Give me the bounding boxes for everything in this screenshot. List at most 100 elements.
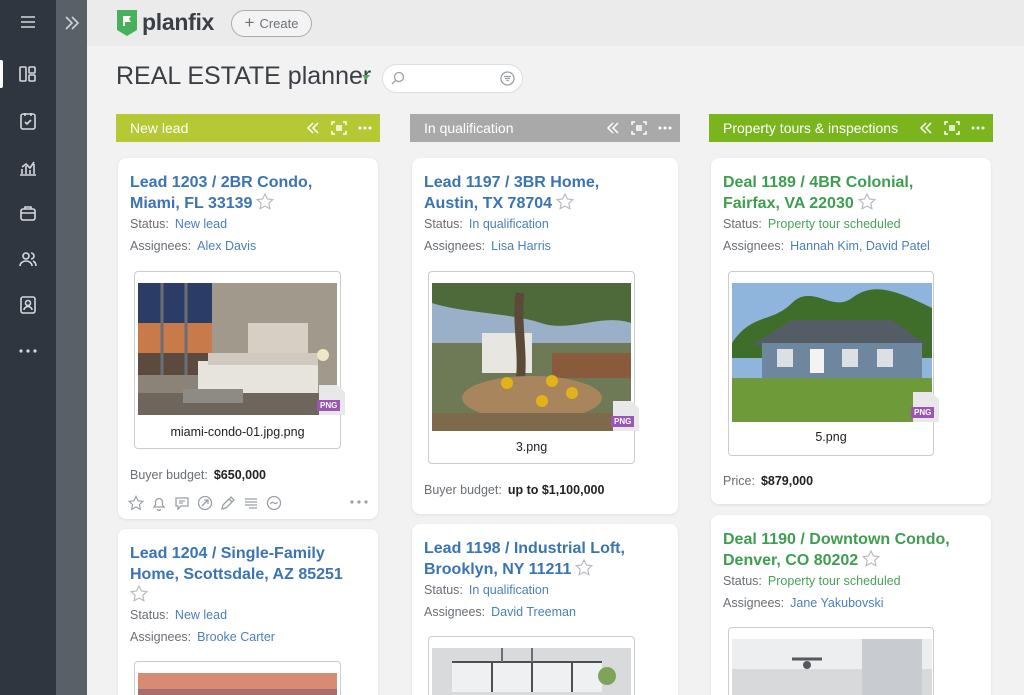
file-type-badge: PNG bbox=[317, 385, 345, 415]
attachment-thumbnail[interactable] bbox=[134, 661, 341, 695]
status-value[interactable]: New lead bbox=[175, 608, 227, 622]
edit-icon[interactable] bbox=[220, 495, 236, 511]
task-card[interactable]: Lead 1203 / 2BR Condo, Miami, FL 33139 S… bbox=[118, 158, 378, 519]
employees-icon[interactable] bbox=[0, 285, 56, 325]
create-button[interactable]: + Create bbox=[231, 10, 312, 37]
search-input[interactable] bbox=[382, 64, 523, 93]
star-icon[interactable] bbox=[256, 192, 275, 216]
column-header-in-qualification[interactable]: In qualification bbox=[410, 114, 680, 142]
assignee-link[interactable]: Brooke Carter bbox=[197, 630, 275, 644]
assignee-link[interactable]: David Treeman bbox=[491, 605, 576, 619]
planner-icon[interactable] bbox=[0, 54, 56, 94]
task-card[interactable]: Lead 1204 / Single-Family Home, Scottsda… bbox=[118, 529, 378, 695]
page-title[interactable]: REAL ESTATE planner bbox=[116, 62, 371, 91]
custom-field-row: Price: $879,000 bbox=[723, 474, 813, 488]
assignees-label: Assignees: bbox=[424, 605, 486, 619]
card-title-line: Deal 1190 / Downtown Condo, bbox=[723, 531, 950, 548]
task-card[interactable]: Deal 1190 / Downtown Condo, Denver, CO 8… bbox=[711, 515, 991, 695]
star-icon[interactable] bbox=[575, 558, 594, 582]
card-title[interactable]: Lead 1204 / Single-Family Home, Scottsda… bbox=[129, 543, 343, 608]
attachment-thumbnail[interactable] bbox=[428, 636, 635, 695]
collapse-column-icon[interactable] bbox=[306, 121, 320, 135]
attachment-thumbnail[interactable]: PNG 5.png bbox=[728, 271, 939, 456]
status-value[interactable]: New lead bbox=[175, 217, 227, 231]
attachment-image bbox=[138, 283, 337, 415]
field-label: Price: bbox=[723, 474, 755, 488]
assignees-row: Assignees: Lisa Harris bbox=[424, 239, 551, 253]
attachment-image bbox=[432, 648, 631, 695]
attachment-image bbox=[432, 283, 631, 431]
more-icon[interactable] bbox=[350, 500, 368, 504]
comment-icon[interactable] bbox=[174, 495, 190, 511]
select-cards-icon[interactable] bbox=[331, 121, 347, 135]
assignees-row: Assignees: Brooke Carter bbox=[130, 630, 275, 644]
status-value[interactable]: Property tour scheduled bbox=[768, 217, 901, 231]
assignee-link[interactable]: Lisa Harris bbox=[491, 239, 551, 253]
star-icon[interactable] bbox=[862, 549, 881, 573]
attachment-image bbox=[732, 283, 932, 422]
more-icon[interactable] bbox=[358, 121, 372, 135]
task-card[interactable]: Deal 1189 / 4BR Colonial, Fairfax, VA 22… bbox=[711, 158, 991, 504]
card-title[interactable]: Deal 1190 / Downtown Condo, Denver, CO 8… bbox=[723, 529, 950, 573]
filter-icon[interactable] bbox=[500, 71, 515, 91]
attachment-image bbox=[732, 639, 932, 695]
projects-icon[interactable] bbox=[0, 193, 56, 233]
logo[interactable]: planfix bbox=[117, 9, 214, 36]
list-icon[interactable] bbox=[243, 495, 259, 511]
star-icon[interactable] bbox=[857, 192, 876, 216]
star-icon[interactable] bbox=[555, 192, 575, 216]
collapse-column-icon[interactable] bbox=[919, 121, 933, 135]
more-icon[interactable] bbox=[658, 121, 672, 135]
attachment-filename[interactable]: 3.png bbox=[429, 440, 634, 454]
attachment-thumbnail[interactable]: PNG 3.png bbox=[428, 271, 639, 464]
assignee-link[interactable]: Hannah Kim, David Patel bbox=[790, 239, 930, 253]
select-cards-icon[interactable] bbox=[631, 121, 647, 135]
column-header-new-lead[interactable]: New lead bbox=[116, 114, 380, 142]
status-value[interactable]: Property tour scheduled bbox=[768, 574, 901, 588]
collapse-column-icon[interactable] bbox=[606, 121, 620, 135]
card-title-line: Lead 1203 / 2BR Condo, bbox=[130, 174, 313, 191]
status-row: Status: New lead bbox=[130, 217, 227, 231]
column-header-property-tours[interactable]: Property tours & inspections bbox=[709, 114, 993, 142]
menu-icon[interactable] bbox=[0, 2, 56, 42]
star-icon[interactable] bbox=[129, 584, 149, 608]
delegate-icon[interactable] bbox=[197, 495, 213, 511]
status-value[interactable]: In qualification bbox=[469, 583, 549, 597]
card-title-line: Brooklyn, NY 11211 bbox=[424, 561, 572, 578]
task-card[interactable]: Lead 1197 / 3BR Home, Austin, TX 78704 S… bbox=[412, 158, 678, 514]
assignees-label: Assignees: bbox=[723, 596, 785, 610]
card-title-line: Lead 1197 / 3BR Home, bbox=[424, 174, 600, 191]
card-title[interactable]: Lead 1197 / 3BR Home, Austin, TX 78704 bbox=[424, 172, 599, 216]
bell-icon[interactable] bbox=[151, 495, 167, 511]
custom-field-row: Buyer budget: up to $1,100,000 bbox=[424, 483, 604, 497]
card-title[interactable]: Deal 1189 / 4BR Colonial, Fairfax, VA 22… bbox=[723, 172, 913, 216]
attachment-thumbnail[interactable] bbox=[728, 627, 934, 695]
status-row: Status: In qualification bbox=[424, 217, 549, 231]
status-value[interactable]: In qualification bbox=[469, 217, 549, 231]
star-icon[interactable] bbox=[128, 495, 144, 511]
logo-icon bbox=[117, 9, 137, 36]
analytics-icon[interactable] bbox=[0, 148, 56, 188]
chevron-down-icon[interactable] bbox=[362, 75, 370, 80]
contacts-icon[interactable] bbox=[0, 239, 56, 279]
card-title-line: Miami, FL 33139 bbox=[130, 195, 253, 212]
status-icon[interactable] bbox=[266, 495, 282, 511]
attachment-filename[interactable]: miami-condo-01.jpg.png bbox=[135, 425, 340, 439]
status-label: Status: bbox=[424, 583, 463, 597]
expand-panel-icon[interactable] bbox=[56, 8, 87, 38]
card-title[interactable]: Lead 1198 / Industrial Loft, Brooklyn, N… bbox=[424, 538, 625, 582]
column-title: Property tours & inspections bbox=[723, 120, 899, 136]
attachment-thumbnail[interactable]: PNG miami-condo-01.jpg.png bbox=[134, 271, 345, 449]
task-card[interactable]: Lead 1198 / Industrial Loft, Brooklyn, N… bbox=[412, 524, 678, 695]
select-cards-icon[interactable] bbox=[944, 121, 960, 135]
card-title-line: Denver, CO 80202 bbox=[723, 552, 859, 569]
more-icon[interactable] bbox=[0, 331, 56, 371]
assignee-link[interactable]: Jane Yakubovski bbox=[790, 596, 883, 610]
assignee-link[interactable]: Alex Davis bbox=[197, 239, 256, 253]
card-title[interactable]: Lead 1203 / 2BR Condo, Miami, FL 33139 bbox=[130, 172, 312, 216]
tasks-icon[interactable] bbox=[0, 101, 56, 141]
more-icon[interactable] bbox=[971, 121, 985, 135]
secondary-panel-strip bbox=[56, 0, 87, 695]
attachment-filename[interactable]: 5.png bbox=[729, 430, 933, 444]
card-actions bbox=[128, 495, 282, 511]
